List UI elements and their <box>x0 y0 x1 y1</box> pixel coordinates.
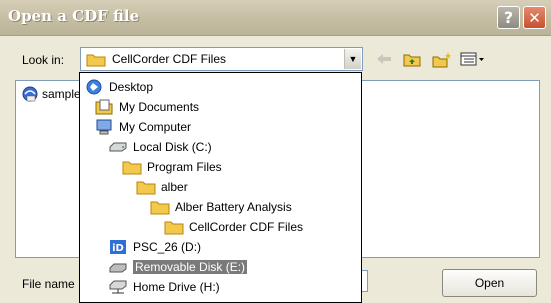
dropdown-item-program-files[interactable]: Program Files <box>122 157 222 177</box>
new-folder-icon <box>432 51 451 67</box>
close-icon: ✕ <box>528 8 541 27</box>
back-button[interactable] <box>374 50 394 68</box>
file-name: sample <box>42 87 81 101</box>
look-in-dropdown-list[interactable]: Desktop My Documents My Computer Local D… <box>79 72 362 303</box>
dropdown-item-my-documents[interactable]: My Documents <box>94 97 199 117</box>
dropdown-item-alber-battery-analysis[interactable]: Alber Battery Analysis <box>150 197 292 217</box>
view-menu-button[interactable] <box>459 50 487 68</box>
svg-text:iD: iD <box>112 243 124 254</box>
network-drive-icon <box>109 280 127 294</box>
dropdown-item-local-disk[interactable]: Local Disk (C:) <box>108 137 212 157</box>
view-menu-icon <box>460 52 484 66</box>
folder-icon <box>86 54 106 66</box>
cdf-file-icon <box>22 86 38 102</box>
open-button-label: Open <box>474 276 505 290</box>
title-bar[interactable]: Open a CDF file ? ✕ <box>0 0 551 36</box>
dropdown-item-home-drive[interactable]: Home Drive (H:) <box>108 277 220 297</box>
open-button[interactable]: Open <box>442 269 537 297</box>
up-folder-icon <box>403 54 421 66</box>
list-item[interactable]: sample <box>21 85 81 103</box>
up-folder-button[interactable] <box>401 50 423 68</box>
close-button[interactable]: ✕ <box>523 6 546 29</box>
drive-icon <box>109 142 127 152</box>
desktop-icon <box>86 79 102 95</box>
dropdown-item-desktop[interactable]: Desktop <box>84 77 153 97</box>
dropdown-item-removable-disk[interactable]: Removable Disk (E:) <box>108 257 248 277</box>
dropdown-item-cellcorder-cdf-files[interactable]: CellCorder CDF Files <box>164 217 303 237</box>
removable-drive-icon <box>109 263 127 273</box>
folder-icon <box>150 201 170 215</box>
folder-icon <box>164 221 184 235</box>
new-folder-button[interactable] <box>431 50 453 68</box>
help-icon: ? <box>503 8 514 27</box>
look-in-value: CellCorder CDF Files <box>112 52 227 66</box>
dropdown-item-alber[interactable]: alber <box>136 177 188 197</box>
computer-icon <box>96 119 112 135</box>
dropdown-item-my-computer[interactable]: My Computer <box>94 117 191 137</box>
look-in-combo[interactable]: CellCorder CDF Files ▼ <box>80 47 363 71</box>
look-in-label: Look in: <box>22 53 65 67</box>
psc-drive-icon: iD <box>110 240 126 254</box>
look-in-dropdown-button[interactable]: ▼ <box>344 49 361 69</box>
documents-icon <box>95 99 113 115</box>
window-title: Open a CDF file <box>8 7 140 25</box>
back-icon <box>377 54 391 64</box>
chevron-down-icon: ▼ <box>348 54 358 64</box>
folder-icon <box>122 161 142 175</box>
file-name-label: File name <box>22 277 75 291</box>
folder-icon <box>136 181 156 195</box>
help-button[interactable]: ? <box>497 6 520 29</box>
dropdown-item-psc-26[interactable]: iD PSC_26 (D:) <box>108 237 201 257</box>
